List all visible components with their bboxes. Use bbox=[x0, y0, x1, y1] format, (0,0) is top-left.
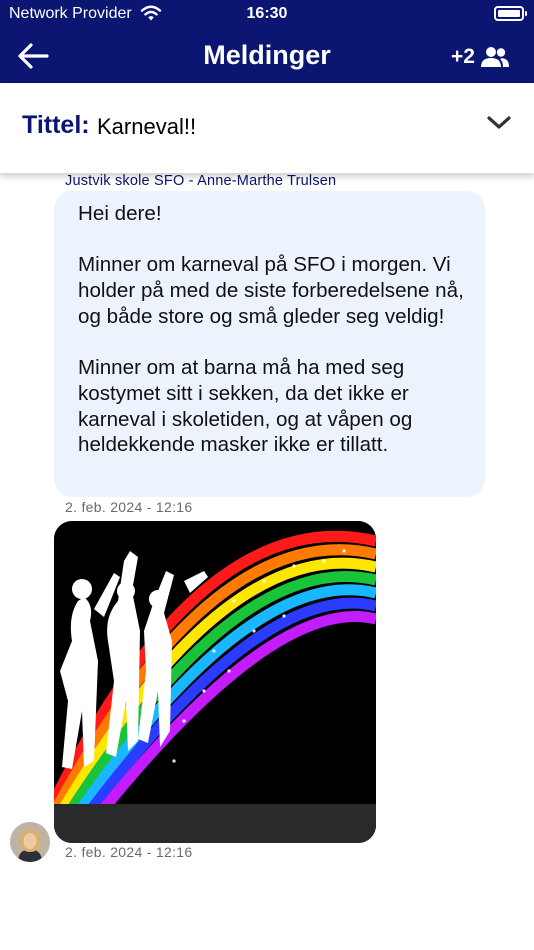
message-sender: Justvik skole SFO - Anne-Marthe Trulsen bbox=[65, 173, 337, 189]
nav-row: Meldinger +2 bbox=[0, 30, 534, 83]
participants-count: +2 bbox=[451, 45, 475, 68]
battery-icon bbox=[494, 6, 527, 21]
thread-title-bar[interactable]: Tittel: Karneval!! bbox=[0, 83, 534, 173]
rainbow-dancers-image bbox=[54, 521, 376, 843]
app-header: Network Provider 16:30 Meldinger +2 bbox=[0, 0, 534, 83]
thread-title-value: Karneval!! bbox=[97, 114, 197, 139]
message-timestamp: 2. feb. 2024 - 12:16 bbox=[65, 844, 193, 860]
message-timestamp: 2. feb. 2024 - 12:16 bbox=[65, 499, 193, 515]
chevron-down-icon[interactable] bbox=[486, 113, 512, 133]
participants-button[interactable]: +2 bbox=[451, 42, 510, 72]
image-attachment[interactable] bbox=[54, 521, 376, 843]
message-bubble[interactable]: Hei dere! Minner om karneval på SFO i mo… bbox=[54, 191, 485, 497]
thread-title-label: Tittel: bbox=[22, 111, 90, 139]
status-bar: Network Provider 16:30 bbox=[0, 0, 534, 30]
avatar bbox=[10, 822, 50, 862]
clock: 16:30 bbox=[246, 5, 288, 22]
group-icon bbox=[481, 47, 509, 67]
